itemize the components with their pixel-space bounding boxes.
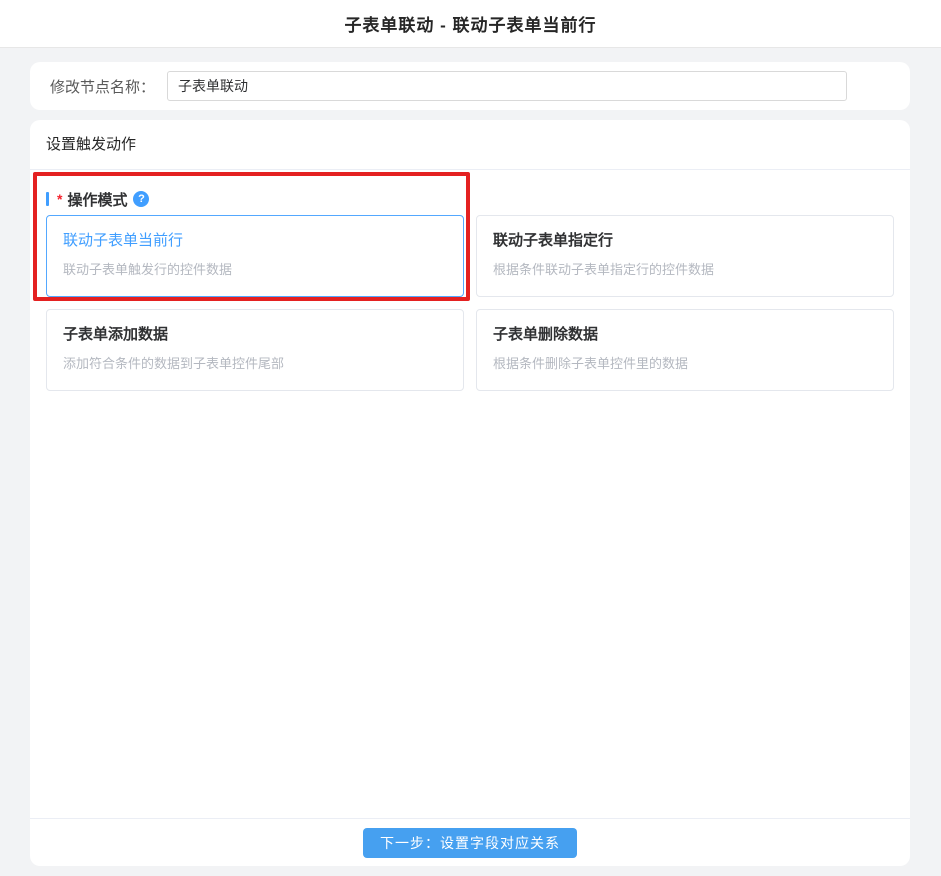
next-step-button[interactable]: 下一步：设置字段对应关系	[363, 828, 577, 858]
node-name-input[interactable]	[167, 71, 847, 101]
section-body: * 操作模式 ? 联动子表单当前行 联动子表单触发行的控件数据 联动子表单指定行…	[30, 170, 910, 391]
option-card-title: 联动子表单当前行	[63, 229, 447, 250]
option-card-link-current-row[interactable]: 联动子表单当前行 联动子表单触发行的控件数据	[46, 215, 464, 297]
trigger-action-panel: 设置触发动作 * 操作模式 ? 联动子表单当前行 联动子表单触发行的控件数据 联…	[30, 120, 910, 866]
mode-field-label-row: * 操作模式 ?	[46, 189, 894, 209]
panel-footer: 下一步：设置字段对应关系	[30, 818, 910, 866]
section-title: 设置触发动作	[30, 120, 910, 170]
option-card-desc: 根据条件联动子表单指定行的控件数据	[493, 259, 877, 278]
option-card-desc: 联动子表单触发行的控件数据	[63, 259, 447, 278]
option-card-subform-delete-data[interactable]: 子表单删除数据 根据条件删除子表单控件里的数据	[476, 309, 894, 391]
required-asterisk: *	[57, 191, 62, 207]
option-card-title: 联动子表单指定行	[493, 229, 877, 250]
option-card-title: 子表单添加数据	[63, 323, 447, 344]
option-card-subform-add-data[interactable]: 子表单添加数据 添加符合条件的数据到子表单控件尾部	[46, 309, 464, 391]
node-name-label: 修改节点名称：	[50, 76, 155, 97]
option-card-desc: 根据条件删除子表单控件里的数据	[493, 353, 877, 372]
page-header: 子表单联动 - 联动子表单当前行	[0, 0, 941, 48]
mode-field-label: 操作模式	[67, 189, 127, 210]
question-circle-icon[interactable]: ?	[133, 191, 149, 207]
accent-bar	[46, 192, 49, 206]
page-title: 子表单联动 - 联动子表单当前行	[344, 11, 596, 36]
option-card-desc: 添加符合条件的数据到子表单控件尾部	[63, 353, 447, 372]
option-card-title: 子表单删除数据	[493, 323, 877, 344]
node-name-panel: 修改节点名称：	[30, 62, 910, 110]
option-card-link-specified-row[interactable]: 联动子表单指定行 根据条件联动子表单指定行的控件数据	[476, 215, 894, 297]
mode-options-grid: 联动子表单当前行 联动子表单触发行的控件数据 联动子表单指定行 根据条件联动子表…	[46, 215, 894, 391]
